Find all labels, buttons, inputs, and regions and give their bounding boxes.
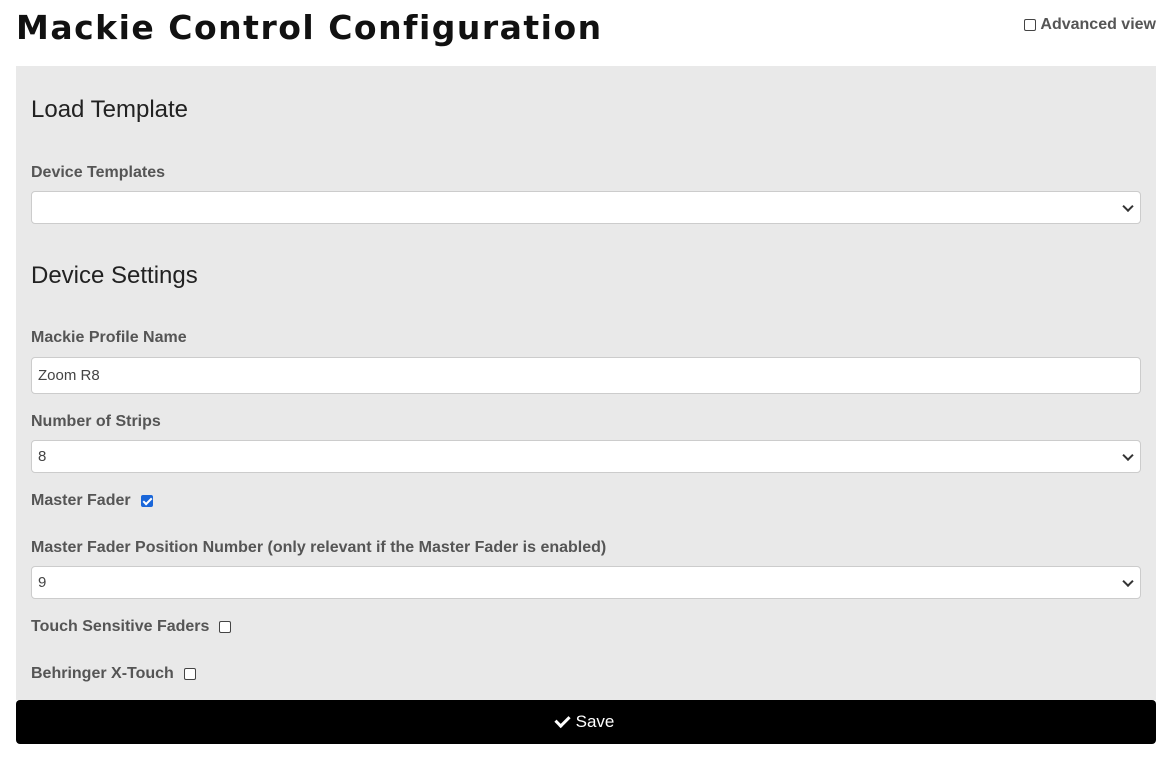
x-touch-checkbox[interactable] — [183, 668, 196, 680]
touch-sensitive-label: Touch Sensitive Faders — [31, 618, 210, 635]
x-touch-label: Behringer X-Touch — [31, 665, 174, 682]
master-fader-label: Master Fader — [31, 492, 131, 509]
load-template-heading: Load Template — [31, 96, 189, 123]
device-templates-label: Device Templates — [31, 164, 165, 181]
chevron-down-icon — [1122, 449, 1134, 461]
touch-sensitive-row: Touch Sensitive Faders — [31, 618, 232, 636]
master-fader-row: Master Fader — [31, 492, 153, 510]
master-fader-position-label: Master Fader Position Number (only relev… — [31, 539, 607, 556]
config-panel: Load Template Device Templates Device Se… — [16, 66, 1156, 700]
chevron-down-icon — [1122, 575, 1134, 587]
touch-sensitive-checkbox[interactable] — [219, 621, 232, 633]
x-touch-row: Behringer X-Touch — [31, 665, 196, 683]
master-fader-checkbox[interactable] — [140, 495, 153, 507]
page-header: Mackie Control Configuration Advanced vi… — [16, 6, 1156, 64]
advanced-view-checkbox[interactable] — [1024, 19, 1037, 31]
profile-name-value: Zoom R8 — [38, 367, 100, 384]
number-of-strips-value: 8 — [38, 448, 47, 465]
advanced-view-toggle[interactable]: Advanced view — [1024, 16, 1156, 34]
advanced-view-label: Advanced view — [1040, 16, 1156, 33]
device-templates-select[interactable] — [31, 191, 1141, 224]
save-button[interactable]: Save — [16, 700, 1156, 744]
chevron-down-icon — [1122, 200, 1134, 212]
device-settings-heading: Device Settings — [31, 262, 198, 289]
check-icon — [553, 711, 571, 729]
number-of-strips-select[interactable]: 8 — [31, 440, 1141, 473]
profile-name-input[interactable]: Zoom R8 — [31, 357, 1141, 394]
master-fader-position-value: 9 — [38, 574, 47, 591]
number-of-strips-label: Number of Strips — [31, 413, 161, 430]
master-fader-position-select[interactable]: 9 — [31, 566, 1141, 599]
page-title: Mackie Control Configuration — [16, 8, 603, 47]
save-label: Save — [575, 712, 615, 731]
profile-name-label: Mackie Profile Name — [31, 329, 187, 346]
